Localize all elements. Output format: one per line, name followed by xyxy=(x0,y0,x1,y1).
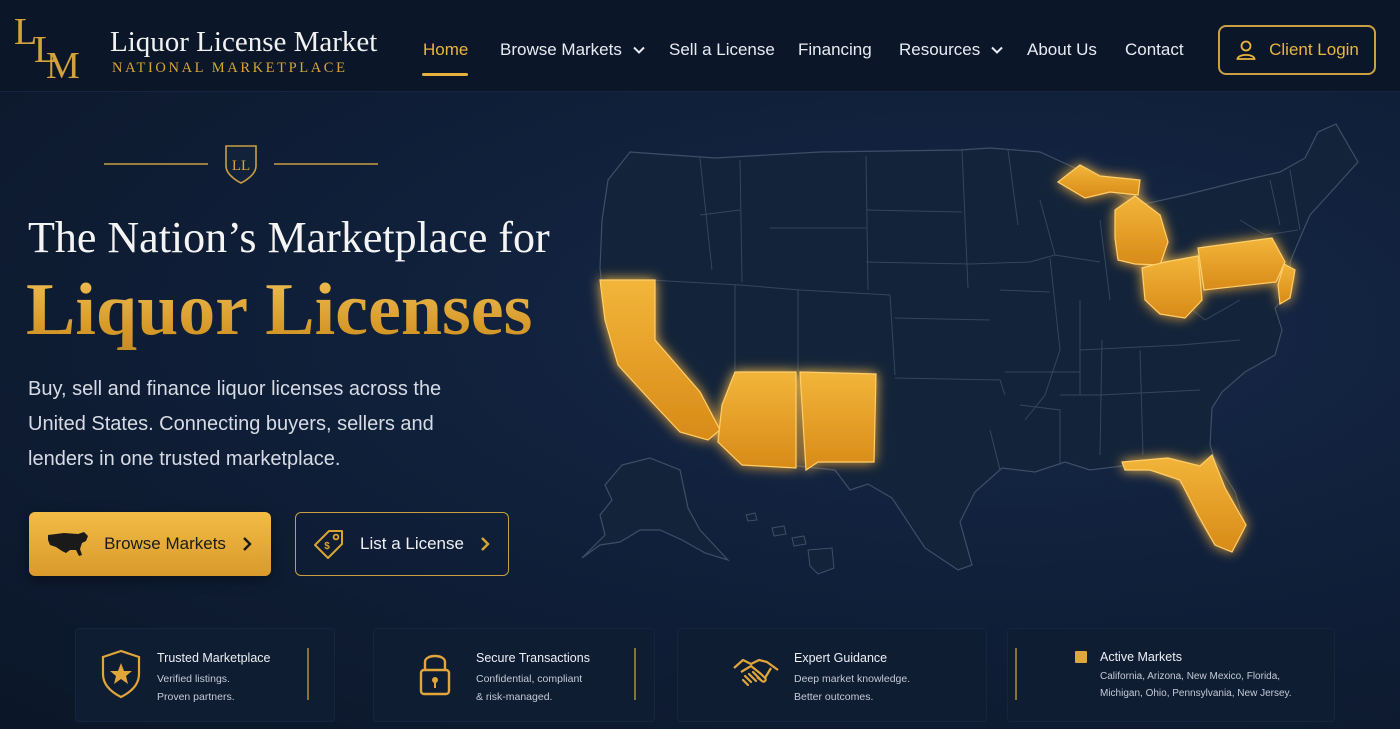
hero-description: Buy, sell and finance liquor licenses ac… xyxy=(28,378,442,470)
feature-text-line1: Deep market knowledge. xyxy=(794,673,911,685)
nav-about-us-label: About Us xyxy=(1027,40,1097,59)
nav-home-label: Home xyxy=(423,40,469,59)
brand-title: Liquor License Market xyxy=(110,26,378,58)
nav-resources-label: Resources xyxy=(899,40,981,59)
crest-ornament: LL xyxy=(104,145,378,184)
state-hawaii xyxy=(745,512,835,575)
list-license-button[interactable]: $ List a License xyxy=(295,512,509,576)
chevron-down-icon xyxy=(633,46,645,54)
active-nav-indicator xyxy=(422,73,468,76)
browse-markets-label: Browse Markets xyxy=(104,534,226,553)
nav-about-us[interactable]: About Us xyxy=(1027,40,1097,60)
active-markets-list: California, Arizona, New Mexico, Florida… xyxy=(1100,671,1292,699)
price-tag-icon: $ xyxy=(314,530,344,559)
feature-title: Expert Guidance xyxy=(794,651,888,665)
state-arizona xyxy=(717,371,797,469)
state-new-mexico xyxy=(799,371,877,472)
nav-sell-license[interactable]: Sell a License xyxy=(669,40,775,60)
card-divider xyxy=(307,648,309,700)
browse-markets-button[interactable]: Browse Markets xyxy=(29,512,271,576)
user-icon xyxy=(1236,40,1256,60)
svg-text:M: M xyxy=(46,45,80,87)
client-login-label: Client Login xyxy=(1269,40,1359,59)
handshake-icon xyxy=(733,658,779,687)
nav-browse-markets-label: Browse Markets xyxy=(500,40,622,59)
feature-text-line2: & risk-managed. xyxy=(476,691,553,703)
chevron-right-icon xyxy=(243,537,252,551)
hero-title-line2: Liquor Licenses xyxy=(26,269,533,351)
feature-title: Trusted Marketplace xyxy=(157,651,271,665)
active-markets-title: Active Markets xyxy=(1100,650,1182,664)
us-markets-map xyxy=(581,123,1359,575)
nav-sell-license-label: Sell a License xyxy=(669,40,775,59)
brand-subtitle: NATIONAL MARKETPLACE xyxy=(112,60,348,76)
brand-logo[interactable]: L L M Liquor License Market NATIONAL MAR… xyxy=(12,4,377,88)
us-map-icon xyxy=(48,532,89,556)
llm-monogram-logo: L L M xyxy=(14,11,80,87)
padlock-icon xyxy=(419,654,451,696)
nav-contact[interactable]: Contact xyxy=(1125,40,1184,60)
state-alaska xyxy=(581,457,730,562)
feature-text-line1: Confidential, compliant xyxy=(476,673,583,685)
site-header: L L M Liquor License Market NATIONAL MAR… xyxy=(0,0,1400,92)
active-markets-legend-swatch xyxy=(1075,651,1087,663)
card-divider xyxy=(634,648,636,700)
state-pennsylvania xyxy=(1197,237,1286,291)
feature-text-line1: Verified listings. xyxy=(157,673,230,685)
feature-title: Secure Transactions xyxy=(476,651,590,665)
svg-text:$: $ xyxy=(324,541,330,552)
nav-financing-label: Financing xyxy=(798,40,872,59)
crest-monogram: LL xyxy=(232,158,250,174)
nav-resources[interactable]: Resources xyxy=(899,40,1004,60)
feature-card-expert: Expert Guidance Deep market knowledge. B… xyxy=(677,628,987,722)
hero-title-line1: The Nation’s Marketplace for xyxy=(28,213,550,262)
feature-text-line2: Proven partners. xyxy=(157,691,235,703)
shield-star-icon xyxy=(101,649,141,699)
list-license-label: List a License xyxy=(360,534,464,553)
feature-card-secure: Secure Transactions Confidential, compli… xyxy=(373,628,655,722)
chevron-right-icon xyxy=(481,537,490,551)
chevron-down-icon xyxy=(991,46,1003,54)
nav-financing[interactable]: Financing xyxy=(798,40,872,60)
client-login-button[interactable]: Client Login xyxy=(1218,25,1376,75)
nav-browse-markets[interactable]: Browse Markets xyxy=(500,40,646,60)
card-divider xyxy=(1015,648,1017,700)
feature-text-line2: Better outcomes. xyxy=(794,691,874,703)
nav-contact-label: Contact xyxy=(1125,40,1184,59)
continental-us-shape xyxy=(599,123,1359,571)
state-florida xyxy=(1121,453,1247,553)
nav-home[interactable]: Home xyxy=(423,40,468,60)
feature-card-trusted: Trusted Marketplace Verified listings. P… xyxy=(75,628,335,722)
